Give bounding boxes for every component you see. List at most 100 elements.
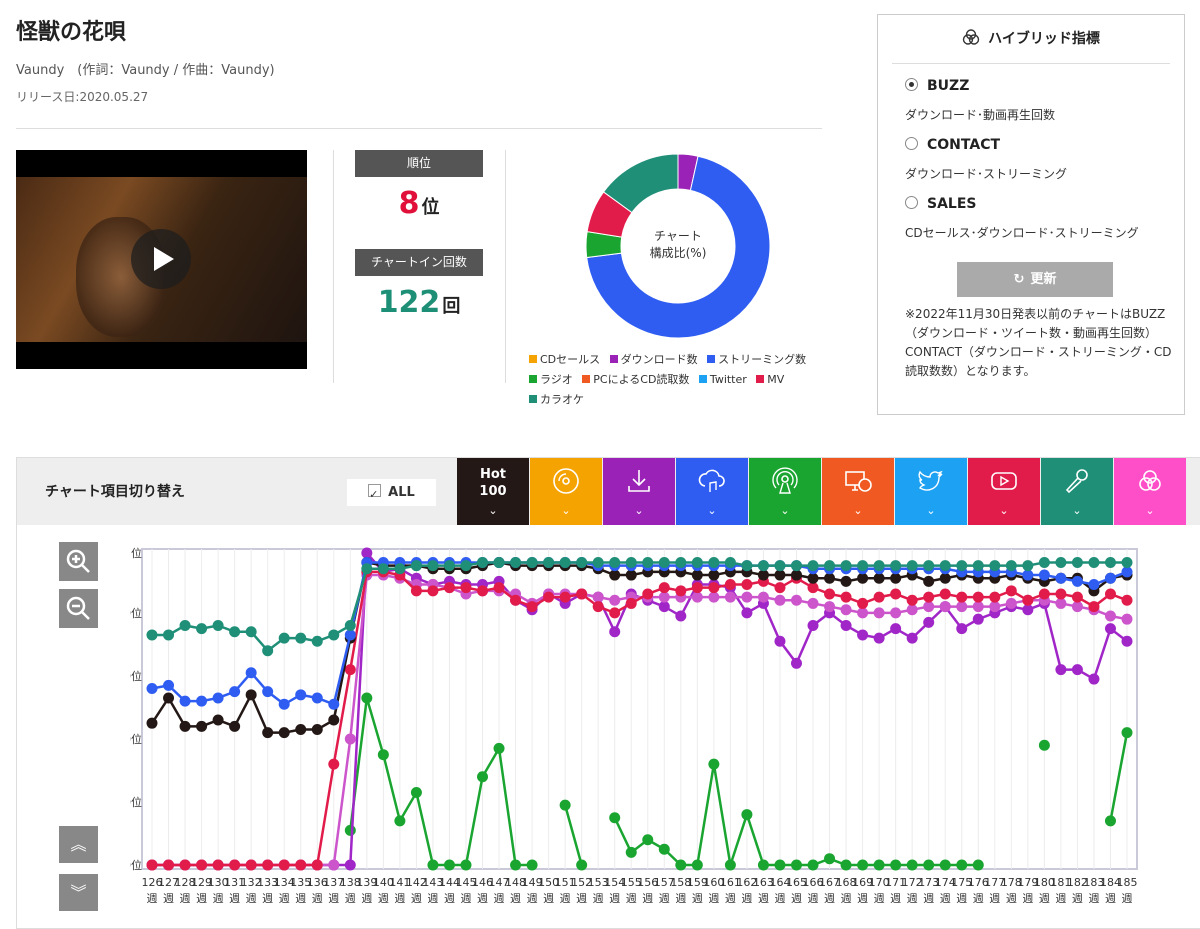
tab-hybrid[interactable]: ⌄ (1114, 458, 1186, 525)
data-point[interactable] (724, 591, 736, 603)
option-contact[interactable]: CONTACT (905, 137, 1000, 153)
data-point[interactable] (790, 560, 802, 572)
data-point[interactable] (923, 560, 935, 572)
data-point[interactable] (691, 582, 703, 594)
data-point[interactable] (477, 771, 489, 783)
data-point[interactable] (1038, 588, 1050, 600)
data-point[interactable] (179, 859, 191, 871)
data-point[interactable] (443, 560, 455, 572)
data-point[interactable] (989, 560, 1001, 572)
data-point[interactable] (212, 859, 224, 871)
data-point[interactable] (774, 560, 786, 572)
data-point[interactable] (724, 859, 736, 871)
data-point[interactable] (245, 667, 257, 679)
data-point[interactable] (873, 607, 885, 619)
data-point[interactable] (807, 560, 819, 572)
data-point[interactable] (163, 692, 175, 704)
data-point[interactable] (923, 601, 935, 613)
data-point[interactable] (708, 758, 720, 770)
data-point[interactable] (824, 560, 836, 572)
data-point[interactable] (840, 604, 852, 616)
data-point[interactable] (956, 560, 968, 572)
tab-hot100[interactable]: Hot 100 ⌄ (457, 458, 529, 525)
data-point[interactable] (576, 588, 588, 600)
data-point[interactable] (163, 859, 175, 871)
data-point[interactable] (642, 834, 654, 846)
data-point[interactable] (609, 607, 621, 619)
data-point[interactable] (1038, 569, 1050, 581)
data-point[interactable] (212, 714, 224, 726)
data-point[interactable] (708, 556, 720, 568)
data-point[interactable] (510, 556, 522, 568)
data-point[interactable] (196, 623, 208, 635)
data-point[interactable] (196, 695, 208, 707)
data-point[interactable] (410, 787, 422, 799)
data-point[interactable] (1055, 572, 1067, 584)
data-point[interactable] (691, 569, 703, 581)
data-point[interactable] (790, 594, 802, 606)
data-point[interactable] (1104, 610, 1116, 622)
data-point[interactable] (394, 815, 406, 827)
data-point[interactable] (1071, 601, 1083, 613)
data-point[interactable] (642, 588, 654, 600)
data-point[interactable] (1088, 601, 1100, 613)
data-point[interactable] (245, 859, 257, 871)
data-point[interactable] (493, 742, 505, 754)
data-point[interactable] (890, 560, 902, 572)
data-point[interactable] (675, 585, 687, 597)
data-point[interactable] (609, 594, 621, 606)
data-point[interactable] (1071, 591, 1083, 603)
data-point[interactable] (774, 635, 786, 647)
data-point[interactable] (311, 635, 323, 647)
data-point[interactable] (675, 610, 687, 622)
data-point[interactable] (559, 556, 571, 568)
data-point[interactable] (179, 619, 191, 631)
data-point[interactable] (179, 695, 191, 707)
data-point[interactable] (311, 692, 323, 704)
data-point[interactable] (708, 569, 720, 581)
data-point[interactable] (658, 843, 670, 855)
data-point[interactable] (1088, 673, 1100, 685)
checkbox-checked-icon[interactable] (368, 481, 382, 508)
data-point[interactable] (989, 601, 1001, 613)
data-point[interactable] (460, 560, 472, 572)
data-point[interactable] (1071, 664, 1083, 676)
data-point[interactable] (658, 591, 670, 603)
refresh-button[interactable]: ↻ 更新 (957, 262, 1113, 297)
data-point[interactable] (229, 720, 241, 732)
data-point[interactable] (873, 560, 885, 572)
data-point[interactable] (163, 629, 175, 641)
data-point[interactable] (972, 601, 984, 613)
data-point[interactable] (1104, 556, 1116, 568)
data-point[interactable] (840, 560, 852, 572)
data-point[interactable] (840, 859, 852, 871)
data-point[interactable] (741, 560, 753, 572)
data-point[interactable] (890, 607, 902, 619)
data-point[interactable] (939, 859, 951, 871)
data-point[interactable] (229, 686, 241, 698)
zoom-in-button[interactable] (59, 542, 98, 581)
data-point[interactable] (1055, 597, 1067, 609)
data-point[interactable] (344, 733, 356, 745)
data-point[interactable] (956, 623, 968, 635)
data-point[interactable] (790, 569, 802, 581)
data-point[interactable] (146, 629, 158, 641)
data-point[interactable] (807, 619, 819, 631)
data-point[interactable] (344, 664, 356, 676)
data-point[interactable] (543, 556, 555, 568)
data-point[interactable] (790, 657, 802, 669)
data-point[interactable] (757, 859, 769, 871)
data-point[interactable] (840, 591, 852, 603)
data-point[interactable] (625, 556, 637, 568)
data-point[interactable] (212, 619, 224, 631)
data-point[interactable] (146, 717, 158, 729)
data-point[interactable] (923, 591, 935, 603)
data-point[interactable] (328, 698, 340, 710)
data-point[interactable] (526, 859, 538, 871)
data-point[interactable] (757, 560, 769, 572)
data-point[interactable] (906, 859, 918, 871)
tab-twitter[interactable]: ⌄ (895, 458, 967, 525)
data-point[interactable] (625, 569, 637, 581)
data-point[interactable] (295, 689, 307, 701)
data-point[interactable] (179, 720, 191, 732)
